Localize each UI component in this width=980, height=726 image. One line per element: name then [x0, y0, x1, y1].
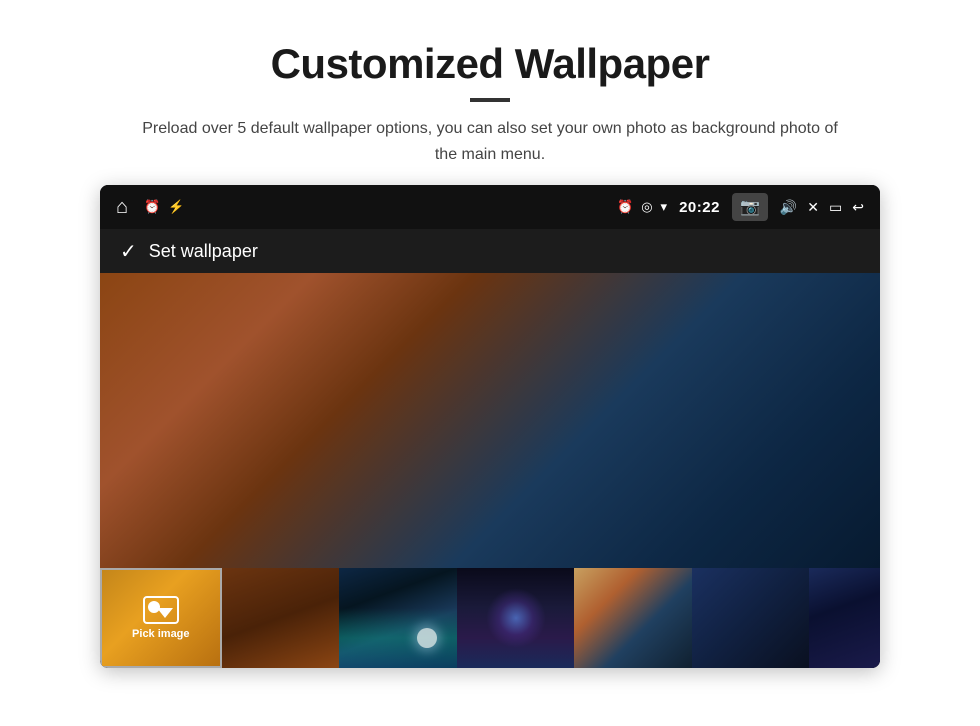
back-icon[interactable]: ↩	[852, 199, 864, 216]
title-divider	[470, 98, 510, 102]
pick-image-button[interactable]: Pick image	[100, 568, 222, 668]
wifi-icon: ▾	[661, 199, 668, 215]
time-display: 20:22	[679, 199, 720, 216]
window-icon[interactable]: ▭	[829, 199, 842, 216]
set-wallpaper-label: Set wallpaper	[149, 241, 258, 262]
thumbnail-strip: Pick image	[100, 568, 880, 668]
thumbnail-4[interactable]	[574, 568, 692, 668]
location-icon: ◎	[641, 199, 652, 215]
alarm-icon: ⏰	[617, 199, 633, 215]
action-icons: 🔊 ✕ ▭ ↩	[780, 199, 864, 216]
volume-icon[interactable]: 🔊	[780, 199, 797, 216]
confirm-checkmark[interactable]: ✓	[120, 239, 137, 264]
pick-image-label: Pick image	[132, 628, 189, 640]
camera-icon[interactable]: 📷	[732, 193, 768, 221]
thumbnail-5[interactable]	[692, 568, 810, 668]
thumbnail-2[interactable]	[339, 568, 457, 668]
page-subtitle: Preload over 5 default wallpaper options…	[140, 116, 840, 167]
status-icons-right: ⏰ ◎ ▾	[617, 199, 667, 215]
close-icon[interactable]: ✕	[807, 199, 819, 216]
clock-icon: ⏰	[144, 199, 160, 215]
aurora-effect	[339, 568, 457, 668]
thumbnail-6[interactable]	[809, 568, 880, 668]
galaxy-swirl	[486, 588, 546, 648]
status-bar: ⌂ ⏰ ⚡ ⏰ ◎ ▾ 20:22 📷 🔊 ✕ ▭ ↩	[100, 185, 880, 229]
thumbnail-3[interactable]	[457, 568, 575, 668]
wallpaper-preview[interactable]	[100, 273, 880, 568]
thumbnail-1[interactable]	[222, 568, 340, 668]
home-icon[interactable]: ⌂	[116, 196, 128, 219]
pick-image-icon	[143, 596, 179, 624]
device-screen: ⌂ ⏰ ⚡ ⏰ ◎ ▾ 20:22 📷 🔊 ✕ ▭ ↩ ✓ Set wallp	[100, 185, 880, 668]
status-bar-right: ⏰ ◎ ▾ 20:22 📷 🔊 ✕ ▭ ↩	[617, 193, 864, 221]
status-icons-left: ⏰ ⚡	[144, 199, 184, 215]
usb-icon: ⚡	[168, 199, 184, 215]
page-title: Customized Wallpaper	[271, 40, 710, 88]
set-wallpaper-bar: ✓ Set wallpaper	[100, 229, 880, 273]
status-bar-left: ⌂ ⏰ ⚡	[116, 196, 184, 219]
